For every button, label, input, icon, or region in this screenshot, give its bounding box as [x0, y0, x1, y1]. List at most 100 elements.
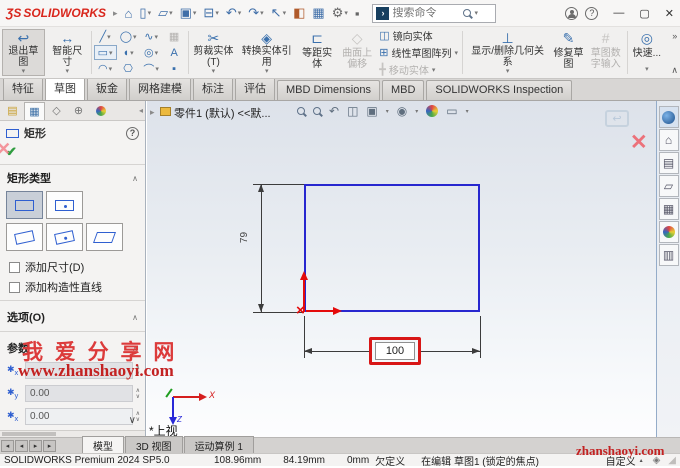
spinner-control[interactable]: ∧∨ — [136, 388, 140, 400]
spin-down-icon[interactable]: ∨ — [136, 394, 140, 400]
dropdown-arrow-icon[interactable]: ▾ — [283, 9, 287, 17]
flyout-tree-part-label[interactable]: 零件1 (默认) <<默... — [174, 105, 271, 121]
home-button[interactable]: ⌂ — [125, 6, 133, 21]
height-dimension-value[interactable]: 79 — [239, 232, 250, 243]
sketch-numeric-input-button[interactable]: # 草图数字输入 — [587, 29, 625, 76]
checkbox-icon[interactable] — [9, 282, 20, 293]
panel-scroll-down-chevron[interactable]: ∨ — [129, 415, 136, 426]
display-style-icon[interactable]: ▣ — [366, 104, 377, 118]
zoom-area-icon[interactable] — [313, 107, 321, 115]
text-tool-button[interactable]: A — [163, 45, 186, 60]
collapse-chevron-icon[interactable]: ∧ — [132, 344, 138, 353]
toolbar-collapse-button[interactable]: ∧ — [671, 65, 678, 76]
appearances-button[interactable] — [659, 221, 679, 243]
spin-down-icon[interactable]: ∨ — [136, 417, 140, 423]
spline-tool-button[interactable]: ∿▾ — [140, 29, 163, 44]
spinner-control[interactable]: ∧∨ — [136, 365, 140, 377]
hide-show-items-icon[interactable]: ◉ — [397, 104, 407, 118]
help-icon[interactable]: ? — [585, 7, 598, 20]
sketch-rectangle[interactable] — [304, 184, 480, 312]
undo-button[interactable]: ↶▾ — [226, 5, 241, 21]
spinner-control[interactable]: ∧∨ — [136, 411, 140, 423]
linear-sketch-pattern-button[interactable]: ⊞线性草图阵列▾ — [379, 45, 458, 60]
dropdown-arrow-icon[interactable]: ▾ — [238, 9, 242, 17]
exit-sketch-button[interactable]: ↩ 退出草图 ▾ — [2, 29, 45, 76]
add-dimensions-checkbox-row[interactable]: 添加尺寸(D) — [0, 257, 145, 277]
login-user-icon[interactable] — [565, 7, 578, 20]
units-dropdown-arrow-icon[interactable]: ▴ — [640, 457, 643, 464]
dropdown-arrow-icon[interactable]: ▾ — [65, 68, 69, 76]
view-palette-button[interactable]: ▦ — [659, 198, 679, 220]
file-properties-button[interactable]: ▦ — [312, 5, 324, 21]
status-tag-icon[interactable]: ◈ — [653, 455, 661, 466]
panel-tab-scroll-arrow-icon[interactable]: ◂ — [139, 106, 143, 115]
close-button[interactable]: ✕ — [665, 7, 674, 20]
dropdown-arrow-icon[interactable]: ▾ — [432, 66, 436, 74]
dropdown-arrow-icon[interactable]: ▾ — [109, 49, 113, 57]
coordinate-input[interactable] — [25, 362, 133, 379]
dropdown-arrow-icon[interactable]: ▾ — [265, 68, 269, 76]
checkbox-icon[interactable] — [9, 262, 20, 273]
corner-rectangle-button[interactable] — [6, 191, 43, 219]
dropdown-arrow-icon[interactable]: ▾ — [130, 49, 134, 57]
dimxpert-manager-tab[interactable]: ⊕ — [68, 102, 89, 120]
open-button[interactable]: ▱▾ — [158, 5, 173, 21]
help-icon[interactable]: ? — [126, 127, 139, 140]
point-tool-button[interactable]: ▪ — [163, 61, 186, 76]
display-manager-tab[interactable] — [90, 102, 111, 120]
tab-solidworks-inspection[interactable]: SOLIDWORKS Inspection — [426, 80, 572, 100]
rectangle-type-section-header[interactable]: 矩形类型 ∧ — [0, 165, 145, 189]
tab-evaluate[interactable]: 评估 — [235, 76, 275, 100]
dropdown-arrow-icon[interactable]: ▾ — [109, 65, 113, 73]
collapse-chevron-icon[interactable]: ∧ — [132, 313, 138, 322]
confirmation-corner-cancel-icon[interactable]: ✕ — [630, 130, 648, 155]
dropdown-arrow-icon[interactable]: ▾ — [107, 33, 111, 41]
repair-sketch-button[interactable]: ✎ 修复草图 — [551, 29, 585, 76]
spin-down-icon[interactable]: ∨ — [136, 371, 140, 377]
next-tab-button[interactable]: ▸ — [29, 440, 42, 452]
parameters-section-header[interactable]: 参数 ∧ — [0, 335, 145, 359]
dropdown-arrow-icon[interactable]: ▾ — [506, 68, 510, 76]
dropdown-arrow-icon[interactable]: ▾ — [148, 9, 152, 17]
solidworks-resources-button[interactable]: ⌂ — [659, 129, 679, 151]
dropdown-arrow-icon[interactable]: ▾ — [155, 49, 159, 57]
dropdown-arrow-icon[interactable]: ▾ — [133, 33, 137, 41]
save-button[interactable]: ▣▾ — [180, 5, 197, 21]
resize-grip-icon[interactable]: ◢ — [668, 455, 676, 466]
slot-tool-button[interactable]: ◖▾ — [117, 45, 140, 60]
last-tab-button[interactable]: ▸ — [43, 440, 56, 452]
ellipse-tool-button[interactable]: ◎▾ — [140, 45, 163, 60]
dropdown-arrow-icon[interactable]: ▾ — [193, 9, 197, 17]
smart-dimension-button[interactable]: ↔ 智能尺寸 ▾ — [46, 29, 89, 76]
first-tab-button[interactable]: ◂ — [1, 440, 14, 452]
select-button[interactable]: ↖▾ — [271, 5, 286, 21]
coordinate-input[interactable]: 0.00 — [25, 385, 133, 402]
coordinate-input[interactable]: 0.00 — [25, 408, 133, 425]
dropdown-arrow-icon[interactable]: ▾ — [154, 33, 158, 41]
print-button[interactable]: ⊟▾ — [203, 5, 218, 21]
add-construction-lines-checkbox-row[interactable]: 添加构造性直线 — [0, 277, 145, 297]
3dexperience-button[interactable] — [659, 106, 679, 128]
dropdown-arrow-icon[interactable]: ▾ — [260, 9, 264, 17]
dropdown-arrow-icon[interactable]: ▾ — [415, 108, 418, 115]
view-settings-icon[interactable]: ▭ — [446, 104, 457, 118]
dropdown-arrow-icon[interactable]: ▾ — [474, 9, 478, 17]
search-icon[interactable] — [463, 9, 471, 17]
confirmation-corner-exit-sketch-icon[interactable]: ↩ — [605, 110, 629, 127]
collapse-chevron-icon[interactable]: ∧ — [132, 174, 138, 183]
feature-manager-tab[interactable]: ▤ — [2, 102, 23, 120]
dropdown-arrow-icon[interactable]: ▾ — [22, 68, 26, 76]
width-dimension-value-box[interactable]: 100 — [375, 342, 415, 360]
units-selector[interactable]: 自定义 — [606, 453, 636, 468]
minimize-button[interactable]: — — [613, 7, 624, 19]
dropdown-arrow-icon[interactable]: ▾ — [155, 65, 159, 73]
redo-button[interactable]: ↷▾ — [248, 5, 263, 21]
vertical-dimension-line[interactable] — [261, 184, 262, 312]
new-document-button[interactable]: ▯▾ — [139, 5, 151, 21]
circle-tool-button[interactable]: ◯▾ — [117, 29, 140, 44]
line-tool-button[interactable]: ╱▾ — [94, 29, 117, 44]
menu-flyout-arrow-icon[interactable]: ▸ — [113, 8, 118, 19]
trim-entities-button[interactable]: ✂ 剪裁实体(T) ▾ — [191, 29, 237, 76]
custom-properties-button[interactable]: ▥ — [659, 244, 679, 266]
arc-tool-button[interactable]: ◠▾ — [94, 61, 117, 76]
